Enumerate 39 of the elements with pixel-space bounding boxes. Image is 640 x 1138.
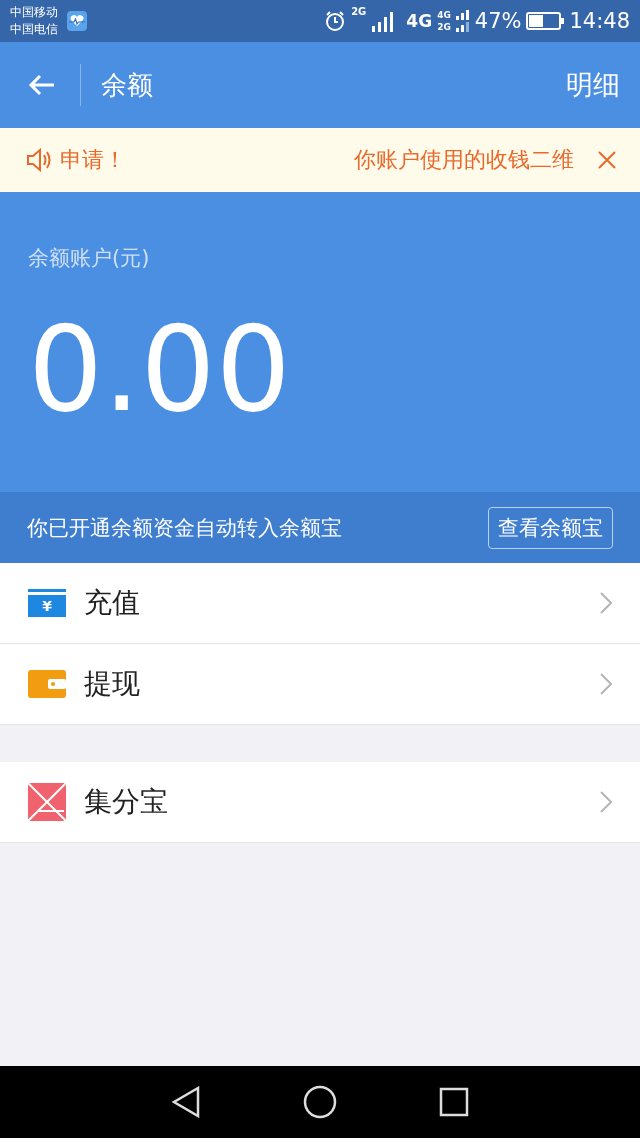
chevron-right-icon [600,592,612,614]
clock: 14:48 [569,9,630,33]
battery-percent: 47% [474,9,522,33]
page-title: 余额 [101,68,153,102]
speaker-icon [26,148,52,172]
wallet-icon [28,670,66,698]
heart-app-icon [67,11,87,31]
recents-icon[interactable] [439,1087,469,1117]
close-icon [598,151,616,169]
menu-label: 充值 [84,585,140,621]
signal-icon [371,10,394,32]
network-label: 4G [437,9,451,21]
menu-item[interactable]: 提现 [0,644,640,724]
network-label: 2G [437,21,451,33]
battery-icon [526,12,565,30]
menu-item[interactable]: 集分宝 [0,762,640,842]
chevron-right-icon [600,673,612,695]
alarm-icon [324,10,347,32]
home-icon[interactable] [303,1085,337,1119]
carrier-name: 中国移动 [10,4,58,21]
menu-label: 提现 [84,666,140,702]
card-icon: ¥ [28,589,66,617]
envelope-icon [28,783,66,821]
network-label: 4G [406,11,433,31]
close-button[interactable] [598,151,616,169]
back-arrow-icon [28,73,56,97]
balance-label: 余额账户(元) [28,245,151,272]
back-icon[interactable] [171,1086,201,1118]
menu-label: 集分宝 [84,784,168,820]
carrier-name: 中国电信 [10,21,58,38]
signal-icon [455,10,470,32]
view-button[interactable]: 查看余额宝 [488,506,613,549]
notice-text: 你账户使用的收钱二维 [354,146,574,174]
notice-text: 申请！ [60,146,126,174]
menu-item[interactable]: ¥ 充值 [0,563,640,644]
info-text: 你已开通余额资金自动转入余额宝 [27,514,342,542]
network-label: 2G [351,6,367,17]
balance-amount: 0.00 [28,310,292,428]
chevron-right-icon [600,791,612,813]
